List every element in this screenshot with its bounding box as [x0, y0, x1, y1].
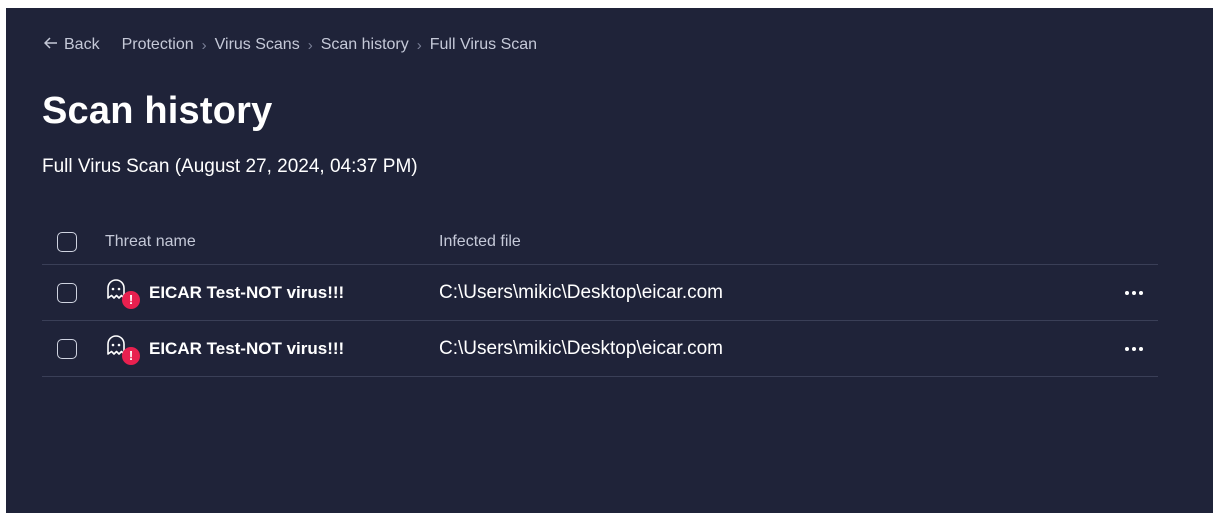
infected-file-path: C:\Users\mikic\Desktop\eicar.com [439, 281, 724, 303]
back-label: Back [64, 36, 100, 53]
chevron-right-icon: › [416, 36, 422, 54]
more-horizontal-icon [1132, 290, 1136, 295]
page-title: Scan history [42, 90, 273, 132]
alert-badge-icon: ! [122, 290, 140, 309]
more-horizontal-icon [1132, 346, 1136, 351]
more-horizontal-icon [1125, 290, 1129, 295]
breadcrumb-scan-history[interactable]: Scan history [321, 36, 409, 54]
breadcrumb-virus-scans[interactable]: Virus Scans [215, 36, 300, 54]
more-horizontal-icon [1139, 346, 1143, 351]
ghost-icon: ! [105, 332, 145, 366]
threat-name: EICAR Test-NOT virus!!! [149, 338, 345, 358]
more-options-button[interactable] [1122, 283, 1146, 303]
threat-name: EICAR Test-NOT virus!!! [149, 282, 345, 302]
breadcrumb: Back Protection › Virus Scans › Scan his… [43, 36, 538, 54]
scan-subtitle: Full Virus Scan (August 27, 2024, 04:37 … [42, 156, 418, 177]
table-row[interactable]: ! EICAR Test-NOT virus!!! C:\Users\mikic… [42, 265, 1158, 321]
breadcrumb-full-virus-scan: Full Virus Scan [429, 36, 538, 53]
threat-cell: ! EICAR Test-NOT virus!!! [105, 276, 344, 310]
row-checkbox[interactable] [57, 282, 77, 303]
arrow-left-icon [43, 36, 58, 54]
column-threat-name: Threat name [105, 233, 196, 250]
infected-file-path: C:\Users\mikic\Desktop\eicar.com [439, 337, 724, 359]
threat-cell: ! EICAR Test-NOT virus!!! [105, 332, 344, 366]
back-button[interactable]: Back [43, 36, 100, 54]
chevron-right-icon: › [307, 36, 313, 54]
more-options-button[interactable] [1122, 339, 1146, 359]
more-horizontal-icon [1125, 346, 1129, 351]
table-row[interactable]: ! EICAR Test-NOT virus!!! C:\Users\mikic… [42, 321, 1158, 377]
breadcrumb-protection[interactable]: Protection [122, 36, 194, 54]
row-checkbox[interactable] [57, 338, 77, 359]
chevron-right-icon: › [201, 36, 207, 54]
alert-badge-icon: ! [122, 346, 140, 365]
table-header: Threat name Infected file [42, 220, 1158, 265]
scan-history-window: Back Protection › Virus Scans › Scan his… [6, 8, 1213, 513]
column-infected-file: Infected file [439, 233, 521, 250]
more-horizontal-icon [1139, 290, 1143, 295]
ghost-icon: ! [105, 276, 145, 310]
select-all-checkbox[interactable] [57, 232, 77, 252]
threat-table: Threat name Infected file ! EICAR Test-N… [42, 220, 1158, 377]
